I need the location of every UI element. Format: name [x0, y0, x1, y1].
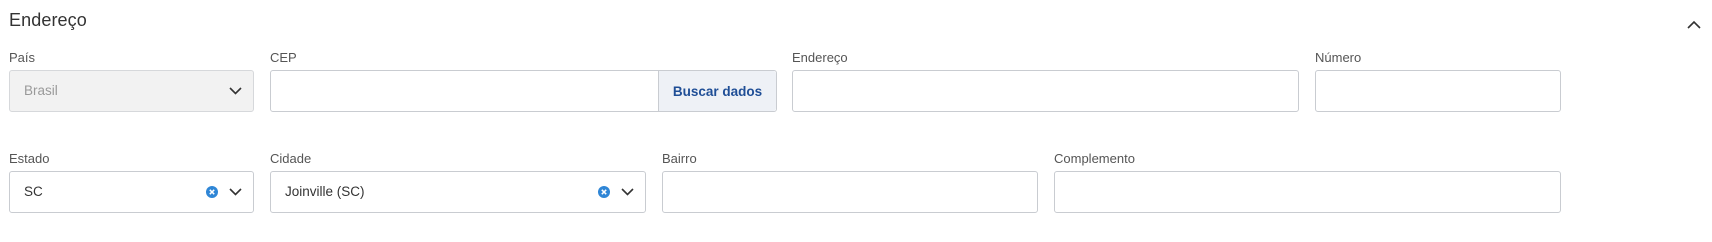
collapse-button[interactable] [1684, 14, 1704, 34]
city-field: Cidade Joinville (SC) [270, 151, 646, 213]
cep-field: CEP Buscar dados [270, 50, 777, 112]
address-box [792, 70, 1299, 112]
state-label: Estado [9, 151, 50, 166]
number-label: Número [1315, 50, 1362, 65]
number-input[interactable] [1316, 71, 1560, 111]
country-value: Brasil [24, 83, 58, 98]
number-box [1315, 70, 1561, 112]
complement-box [1054, 171, 1561, 213]
complement-label: Complemento [1054, 151, 1135, 166]
chevron-up-icon [1687, 20, 1701, 29]
number-field: Número [1315, 50, 1561, 112]
chevron-down-icon [225, 81, 245, 101]
clear-state-icon[interactable] [205, 185, 219, 199]
complement-input[interactable] [1055, 172, 1560, 212]
city-select[interactable]: Joinville (SC) [270, 171, 646, 213]
state-value: SC [24, 184, 43, 199]
chevron-down-icon [225, 182, 245, 202]
complement-field: Complemento [1054, 151, 1561, 213]
state-select[interactable]: SC [9, 171, 254, 213]
clear-city-icon[interactable] [597, 185, 611, 199]
cep-label: CEP [270, 50, 297, 65]
neighborhood-label: Bairro [662, 151, 697, 166]
neighborhood-input[interactable] [663, 172, 1037, 212]
address-label: Endereço [792, 50, 848, 65]
neighborhood-box [662, 171, 1038, 213]
neighborhood-field: Bairro [662, 151, 1038, 213]
address-field: Endereço [792, 50, 1299, 112]
city-label: Cidade [270, 151, 312, 166]
country-select[interactable]: Brasil [9, 70, 254, 112]
country-field: País Brasil [9, 50, 254, 112]
city-value: Joinville (SC) [285, 184, 365, 199]
address-input[interactable] [793, 71, 1298, 111]
country-label: País [9, 50, 36, 65]
address-section: Endereço País Brasil CEP Buscar dados En… [0, 0, 1712, 242]
cep-group: Buscar dados [270, 70, 777, 112]
cep-input[interactable] [271, 71, 658, 111]
buscar-dados-button[interactable]: Buscar dados [658, 71, 776, 111]
state-field: Estado SC [9, 151, 254, 213]
chevron-down-icon [617, 182, 637, 202]
section-title: Endereço [9, 10, 87, 30]
